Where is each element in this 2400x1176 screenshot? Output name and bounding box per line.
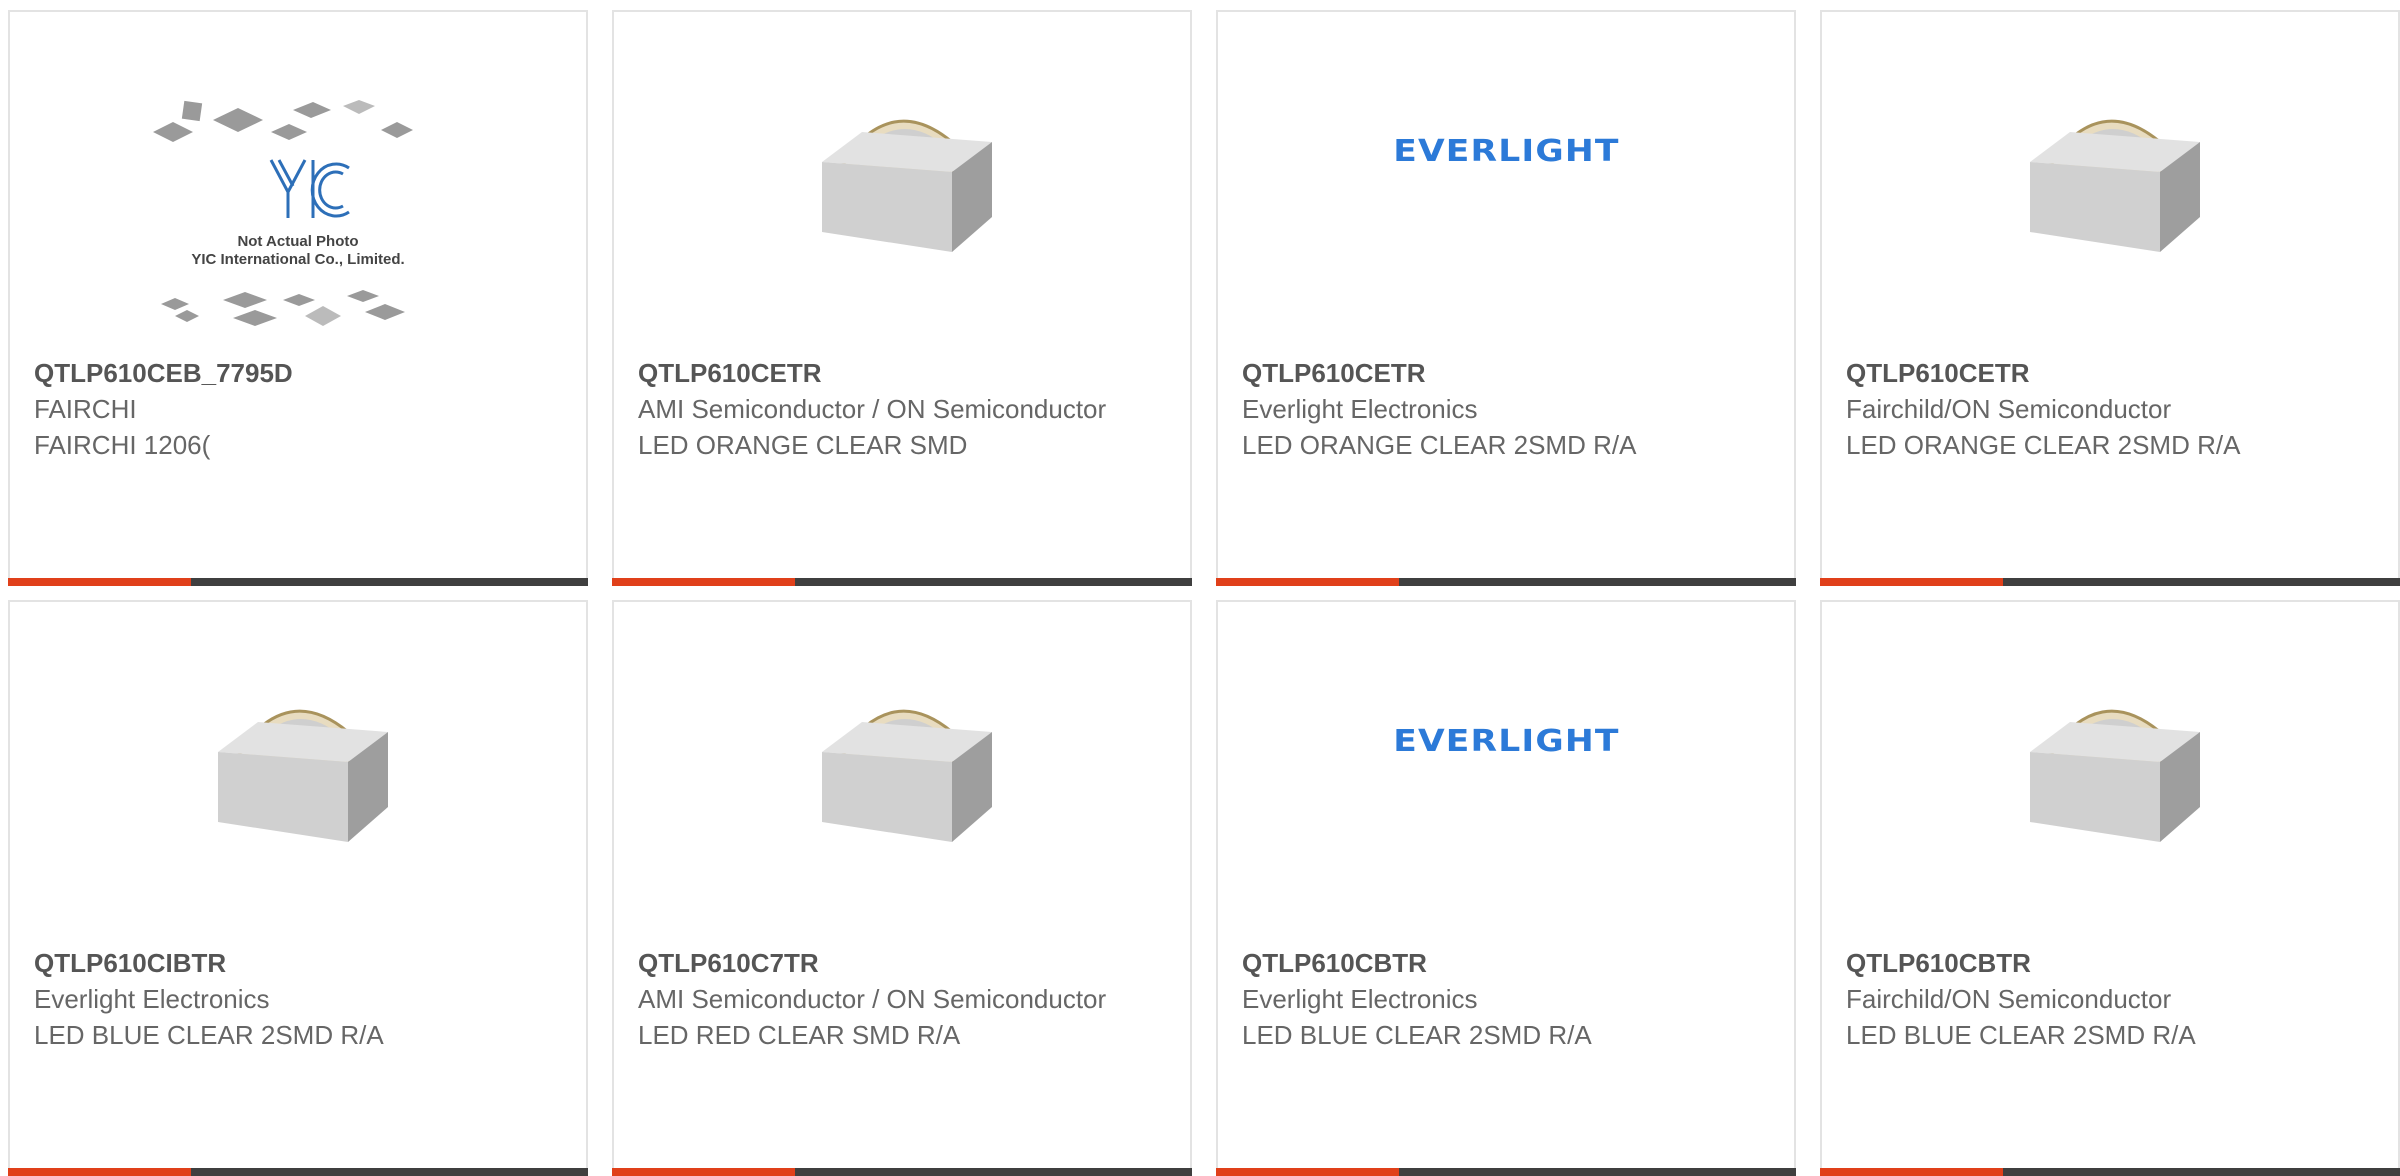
card-accent-bar [1216,578,1399,586]
part-number-link[interactable]: QTLP610CEB_7795D [34,355,562,391]
description: FAIRCHI 1206( [34,430,211,460]
led-photo-image [822,709,992,842]
description: LED ORANGE CLEAR 2SMD R/A [1242,430,1637,460]
part-number-link[interactable]: QTLP610CETR [1242,355,1770,391]
not-actual-photo-image: Not Actual Photo YIC International Co., … [153,100,413,326]
led-photo-image [218,709,388,842]
product-image[interactable]: Not Actual Photo YIC International Co., … [10,100,586,340]
part-number-link[interactable]: QTLP610CIBTR [34,945,562,981]
part-number-link[interactable]: QTLP610CBTR [1846,945,2374,981]
part-number-link[interactable]: QTLP610C7TR [638,945,1166,981]
card-accent-bar [1216,1168,1399,1176]
manufacturer: Everlight Electronics [1242,984,1478,1014]
led-photo-image [2030,119,2200,252]
card-bottom-bar [612,1168,1192,1176]
card-accent-bar [8,578,191,586]
product-card[interactable]: QTLP610CETR Fairchild/ON Semiconductor L… [1820,10,2400,586]
everlight-logo: EVERLIGHT [1392,724,1620,759]
everlight-logo: EVERLIGHT [1392,134,1620,169]
description: LED ORANGE CLEAR SMD [638,430,968,460]
card-accent-bar [612,578,795,586]
manufacturer: Fairchild/ON Semiconductor [1846,984,2172,1014]
card-bottom-bar [8,578,588,586]
product-image[interactable] [614,662,1190,882]
manufacturer: FAIRCHI [34,394,137,424]
part-number-link[interactable]: QTLP610CETR [638,355,1166,391]
image-caption-line1: Not Actual Photo [237,233,358,250]
product-grid: Not Actual Photo YIC International Co., … [0,0,2400,1176]
product-info: QTLP610CETR Fairchild/ON Semiconductor L… [1846,355,2374,463]
product-image[interactable] [614,72,1190,292]
product-image[interactable]: EVERLIGHT [1218,72,1794,292]
card-bottom-bar [1820,1168,2400,1176]
product-info: QTLP610CIBTR Everlight Electronics LED B… [34,945,562,1053]
card-accent-bar [1820,1168,2003,1176]
product-image[interactable] [10,662,586,882]
description: LED BLUE CLEAR 2SMD R/A [1846,1020,2196,1050]
product-image[interactable] [1822,72,2398,292]
image-caption-line2: YIC International Co., Limited. [191,251,404,268]
manufacturer: AMI Semiconductor / ON Semiconductor [638,394,1107,424]
led-photo-image [822,119,992,252]
part-number-link[interactable]: QTLP610CBTR [1242,945,1770,981]
product-info: QTLP610CETR Everlight Electronics LED OR… [1242,355,1770,463]
product-info: QTLP610CEB_7795D FAIRCHI FAIRCHI 1206( [34,355,562,463]
product-card[interactable]: QTLP610C7TR AMI Semiconductor / ON Semic… [612,600,1192,1176]
product-card[interactable]: QTLP610CIBTR Everlight Electronics LED B… [8,600,588,1176]
product-card[interactable]: EVERLIGHT QTLP610CBTR Everlight Electron… [1216,600,1796,1176]
card-bottom-bar [1820,578,2400,586]
product-info: QTLP610CETR AMI Semiconductor / ON Semic… [638,355,1166,463]
card-bottom-bar [612,578,1192,586]
product-info: QTLP610CBTR Fairchild/ON Semiconductor L… [1846,945,2374,1053]
card-accent-bar [612,1168,795,1176]
product-card[interactable]: QTLP610CBTR Fairchild/ON Semiconductor L… [1820,600,2400,1176]
product-image[interactable] [1822,662,2398,882]
description: LED BLUE CLEAR 2SMD R/A [34,1020,384,1050]
description: LED RED CLEAR SMD R/A [638,1020,961,1050]
led-photo-image [2030,709,2200,842]
product-card[interactable]: Not Actual Photo YIC International Co., … [8,10,588,586]
description: LED BLUE CLEAR 2SMD R/A [1242,1020,1592,1050]
part-number-link[interactable]: QTLP610CETR [1846,355,2374,391]
card-accent-bar [1820,578,2003,586]
product-image[interactable]: EVERLIGHT [1218,662,1794,882]
product-card[interactable]: EVERLIGHT QTLP610CETR Everlight Electron… [1216,10,1796,586]
card-bottom-bar [1216,1168,1796,1176]
card-bottom-bar [8,1168,588,1176]
manufacturer: AMI Semiconductor / ON Semiconductor [638,984,1107,1014]
product-info: QTLP610C7TR AMI Semiconductor / ON Semic… [638,945,1166,1053]
product-info: QTLP610CBTR Everlight Electronics LED BL… [1242,945,1770,1053]
manufacturer: Everlight Electronics [1242,394,1478,424]
manufacturer: Everlight Electronics [34,984,270,1014]
card-accent-bar [8,1168,191,1176]
card-bottom-bar [1216,578,1796,586]
description: LED ORANGE CLEAR 2SMD R/A [1846,430,2241,460]
product-card[interactable]: QTLP610CETR AMI Semiconductor / ON Semic… [612,10,1192,586]
manufacturer: Fairchild/ON Semiconductor [1846,394,2172,424]
